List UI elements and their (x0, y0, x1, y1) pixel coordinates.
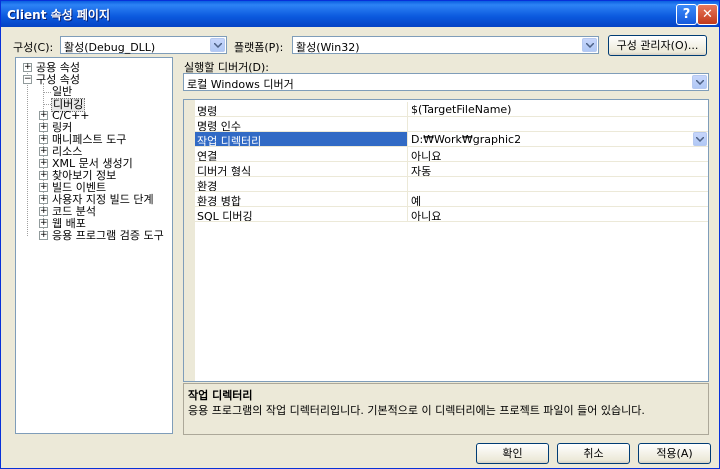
tree-item-app-verifier[interactable]: 응용 프로그램 검증 도구 (52, 230, 164, 242)
expand-icon[interactable]: + (39, 159, 48, 168)
config-combo[interactable]: 활성(Debug_DLL) (60, 36, 227, 54)
description-title: 작업 디렉터리 (188, 389, 253, 402)
properties-dialog: Client 속성 페이지 ? ✕ 구성(C): 활성(Debug_DLL) 플… (0, 0, 720, 469)
expand-icon[interactable]: + (39, 195, 48, 204)
description-pane: 작업 디렉터리 응용 프로그램의 작업 디렉터리입니다. 기본적으로 이 디렉터… (183, 383, 709, 435)
expand-icon[interactable]: + (39, 147, 48, 156)
close-button[interactable]: ✕ (697, 4, 718, 25)
description-text: 응용 프로그램의 작업 디렉터리입니다. 기본적으로 이 디렉터리에는 프로젝트… (188, 404, 645, 417)
chevron-down-icon[interactable] (582, 38, 597, 52)
property-row[interactable]: 디버거 형식 자동 (195, 162, 708, 178)
config-value: 활성(Debug_DLL) (64, 41, 156, 54)
debugger-combo[interactable]: 로컬 Windows 디버거 (183, 73, 709, 91)
expand-icon[interactable]: + (39, 231, 48, 240)
property-grid[interactable]: 명령 $(TargetFileName) 명령 인수 작업 디렉터리 D:₩Wo… (183, 99, 709, 382)
expand-icon[interactable]: + (39, 135, 48, 144)
property-row[interactable]: 환경 병합 예 (195, 192, 708, 208)
category-tree[interactable]: + 공용 속성 − 구성 속성 일반 디버깅 + C/C++ + 링커 + 매니… (15, 57, 173, 434)
property-value[interactable]: $(TargetFileName) (411, 103, 511, 116)
config-label: 구성(C): (13, 41, 54, 54)
expand-icon[interactable]: + (39, 111, 48, 120)
expand-icon[interactable]: + (39, 171, 48, 180)
platform-combo[interactable]: 활성(Win32) (292, 36, 599, 54)
debugger-value: 로컬 Windows 디버거 (187, 78, 294, 91)
chevron-down-icon[interactable] (693, 132, 707, 146)
property-value[interactable]: D:₩Work₩graphic2 (411, 133, 521, 146)
property-row-selected[interactable]: 작업 디렉터리 D:₩Work₩graphic2 (195, 132, 708, 148)
property-row[interactable]: SQL 디버깅 아니요 (195, 207, 708, 223)
cancel-button[interactable]: 취소 (557, 443, 630, 464)
window-title: Client 속성 페이지 (7, 8, 111, 22)
platform-value: 활성(Win32) (296, 41, 360, 54)
property-row[interactable]: 명령 $(TargetFileName) (195, 102, 708, 118)
expand-icon[interactable]: + (39, 207, 48, 216)
collapse-icon[interactable]: − (23, 75, 32, 84)
platform-label: 플랫폼(P): (234, 41, 284, 54)
property-row[interactable]: 명령 인수 (195, 117, 708, 133)
chevron-down-icon[interactable] (692, 75, 707, 89)
expand-icon[interactable]: + (39, 123, 48, 132)
help-button[interactable]: ? (676, 4, 697, 25)
config-manager-button[interactable]: 구성 관리자(O)... (608, 35, 707, 56)
apply-button[interactable]: 적용(A) (638, 443, 711, 464)
ok-button[interactable]: 확인 (476, 443, 549, 464)
expand-icon[interactable]: + (23, 63, 32, 72)
expand-icon[interactable]: + (39, 219, 48, 228)
property-row[interactable]: 환경 (195, 177, 708, 193)
property-row[interactable]: 연결 아니요 (195, 147, 708, 163)
grid-gutter (184, 100, 195, 381)
chevron-down-icon[interactable] (210, 38, 225, 52)
expand-icon[interactable]: + (39, 183, 48, 192)
tree-item-general[interactable]: 일반 (52, 86, 72, 98)
title-bar[interactable]: Client 속성 페이지 ? ✕ (1, 1, 719, 27)
